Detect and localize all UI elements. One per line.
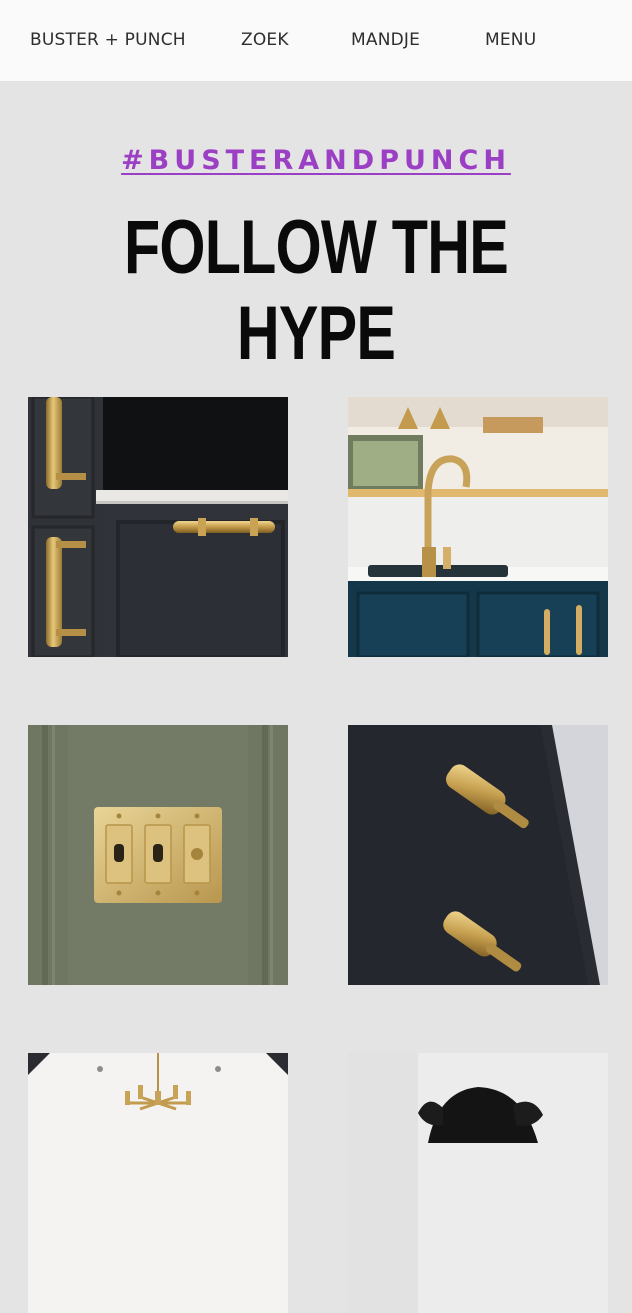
instagram-post-5[interactable] [28, 1053, 288, 1313]
instagram-post-2[interactable] [348, 397, 608, 657]
brand-logo-link[interactable]: BUSTER + PUNCH [30, 30, 186, 50]
dog-photo [348, 1053, 608, 1313]
instagram-post-3[interactable] [28, 725, 288, 985]
drawer-knobs-photo [348, 725, 608, 985]
cabinet-handles-photo [28, 397, 288, 657]
kitchen-tap-photo [348, 397, 608, 657]
search-link[interactable]: ZOEK [241, 30, 289, 50]
cart-link[interactable]: MANDJE [351, 30, 420, 50]
section-title: FOLLOW THE HYPE [123, 205, 509, 376]
top-navigation-bar: BUSTER + PUNCH ZOEK MANDJE MENU [0, 0, 632, 81]
chandelier-photo [28, 1053, 288, 1313]
menu-link[interactable]: MENU [485, 30, 536, 50]
switch-plate-photo [28, 725, 288, 985]
hashtag-link[interactable]: #BUSTERANDPUNCH [121, 145, 511, 176]
instagram-post-6[interactable] [348, 1053, 608, 1313]
hashtag-heading: #BUSTERANDPUNCH [0, 144, 632, 178]
instagram-post-1[interactable] [28, 397, 288, 657]
instagram-post-4[interactable] [348, 725, 608, 985]
